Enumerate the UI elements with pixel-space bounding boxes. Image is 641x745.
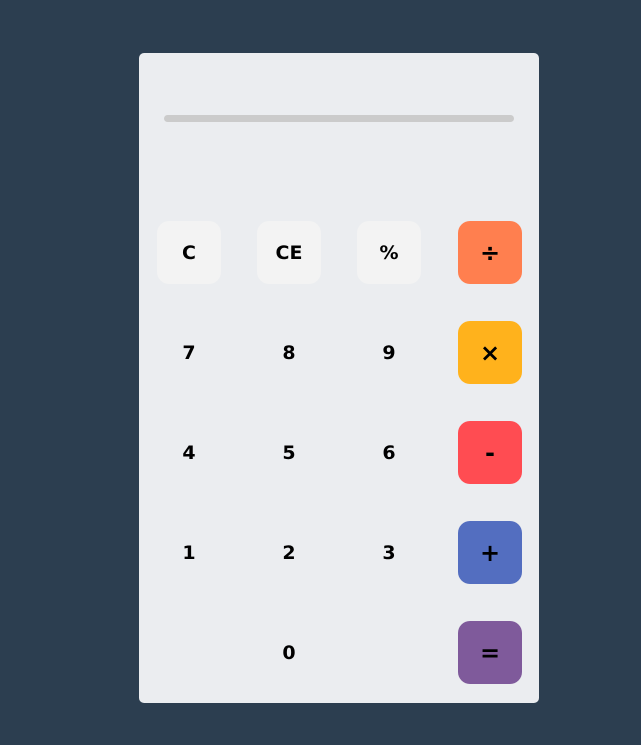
digit-6-button[interactable]: 6 xyxy=(357,421,421,484)
percent-button[interactable]: % xyxy=(357,221,421,284)
digit-7-button[interactable]: 7 xyxy=(157,321,221,384)
display xyxy=(164,115,514,122)
multiply-button[interactable]: × xyxy=(458,321,522,384)
digit-5-button[interactable]: 5 xyxy=(257,421,321,484)
clear-entry-button[interactable]: CE xyxy=(257,221,321,284)
add-button[interactable]: + xyxy=(458,521,522,584)
equals-button[interactable]: = xyxy=(458,621,522,684)
digit-8-button[interactable]: 8 xyxy=(257,321,321,384)
digit-2-button[interactable]: 2 xyxy=(257,521,321,584)
digit-4-button[interactable]: 4 xyxy=(157,421,221,484)
digit-3-button[interactable]: 3 xyxy=(357,521,421,584)
divide-button[interactable]: ÷ xyxy=(458,221,522,284)
calculator-panel: C CE % ÷ 7 8 9 × 4 5 6 - 1 2 3 + 0 = xyxy=(139,53,539,703)
digit-0-button[interactable]: 0 xyxy=(257,621,321,684)
subtract-button[interactable]: - xyxy=(458,421,522,484)
clear-button[interactable]: C xyxy=(157,221,221,284)
digit-9-button[interactable]: 9 xyxy=(357,321,421,384)
digit-1-button[interactable]: 1 xyxy=(157,521,221,584)
